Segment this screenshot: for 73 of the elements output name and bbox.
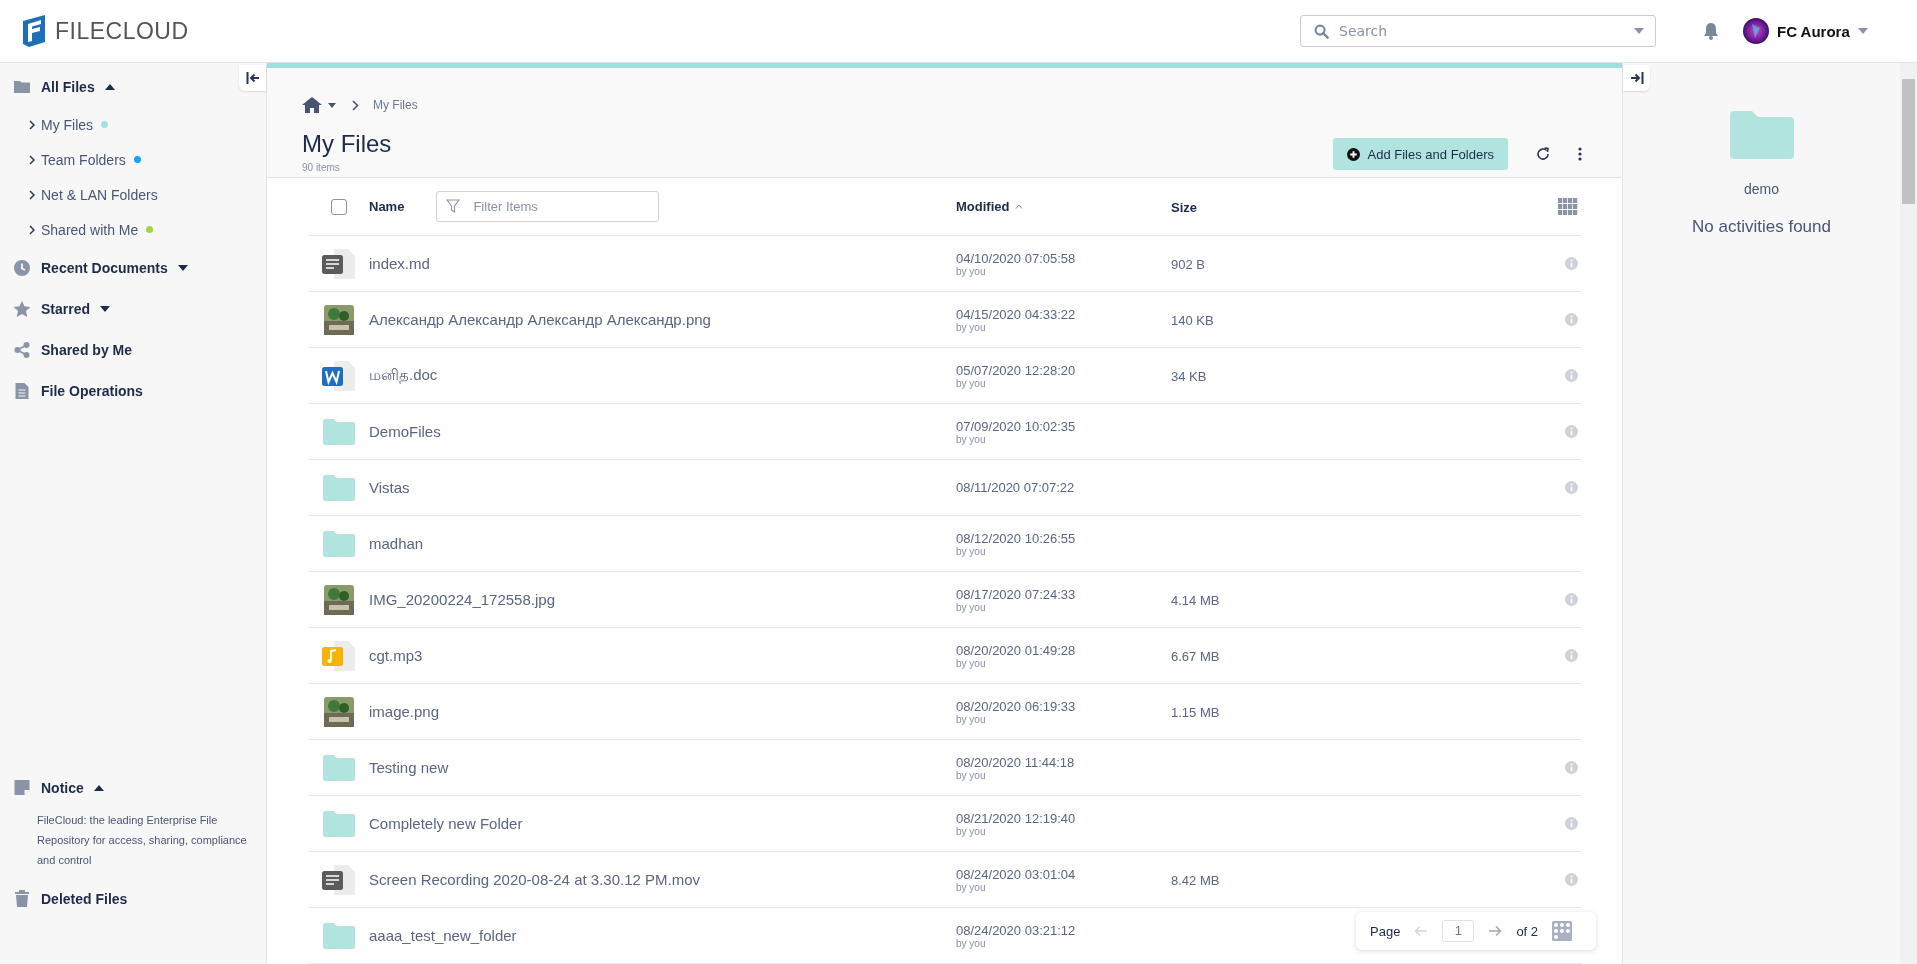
nav-item[interactable]: Starred xyxy=(41,300,91,317)
nav-item[interactable]: Deleted Files xyxy=(41,890,128,907)
folder-name: demo xyxy=(1744,181,1779,197)
modified-by: by you xyxy=(956,321,986,333)
filter-field[interactable]: Filter Items xyxy=(436,191,660,222)
file-name[interactable]: Testing new xyxy=(369,759,449,776)
modified-date: 08/20/2020 01:49:28 xyxy=(956,642,1076,658)
logo-text: FILECLOUD xyxy=(55,17,189,45)
user-name[interactable]: FC Aurora xyxy=(1777,22,1850,40)
file-name[interactable]: IMG_20200224_172558.jpg xyxy=(369,591,555,608)
modified-by: by you xyxy=(956,545,986,557)
modified-date: 04/15/2020 04:33:22 xyxy=(956,306,1076,322)
file-size: 140 KB xyxy=(1171,313,1214,328)
modified-by: by you xyxy=(956,377,986,389)
modified-by: by you xyxy=(956,433,986,445)
modified-date: 08/11/2020 07:07:22 xyxy=(956,480,1075,495)
modified-by: by you xyxy=(956,769,986,781)
item-count: 90 items xyxy=(302,162,341,173)
file-size: 6.67 MB xyxy=(1171,649,1220,664)
nav-item[interactable]: Shared with Me xyxy=(41,221,139,238)
column-header[interactable]: Name xyxy=(369,199,405,214)
file-name[interactable]: Vistas xyxy=(369,479,410,496)
file-name[interactable]: image.png xyxy=(369,703,440,720)
modified-by: by you xyxy=(956,657,986,669)
nav-item[interactable]: My Files xyxy=(41,116,94,133)
breadcrumb-link[interactable]: My Files xyxy=(373,98,418,112)
modified-date: 08/20/2020 11:44:18 xyxy=(956,754,1075,770)
modified-by: by you xyxy=(956,881,986,893)
modified-date: 07/09/2020 10:02:35 xyxy=(956,418,1076,434)
column-header[interactable]: Modified xyxy=(956,199,1010,214)
file-size: 1.15 MB xyxy=(1171,705,1220,720)
empty-message: No activities found xyxy=(1692,217,1831,237)
modified-by: by you xyxy=(956,937,986,949)
page-field[interactable]: 1 xyxy=(1442,920,1475,942)
search-field[interactable]: Search xyxy=(1300,15,1656,47)
modified-date: 08/17/2020 07:24:33 xyxy=(956,586,1076,602)
file-size: 34 KB xyxy=(1171,369,1207,384)
file-name[interactable]: index.md xyxy=(369,255,430,272)
nav-item[interactable]: Team Folders xyxy=(41,151,126,168)
nav-item[interactable]: Net & LAN Folders xyxy=(41,186,158,203)
page-title: My Files xyxy=(302,130,392,158)
add-files-button[interactable]: Add Files and Folders xyxy=(1332,138,1508,170)
file-name[interactable]: madhan xyxy=(369,535,424,552)
nav-item[interactable]: Notice xyxy=(41,779,84,796)
modified-date: 08/24/2020 03:01:04 xyxy=(956,866,1076,882)
column-header[interactable]: Size xyxy=(1171,200,1197,215)
file-name[interactable]: Screen Recording 2020-08-24 at 3.30.12 PM.mov xyxy=(369,871,701,888)
page-total: of 2 xyxy=(1516,923,1539,939)
file-name[interactable]: aaaa_test_new_folder xyxy=(369,927,517,944)
file-name[interactable]: Completely new Folder xyxy=(369,815,523,832)
modified-date: 08/12/2020 10:26:55 xyxy=(956,530,1076,546)
modified-date: 08/24/2020 03:21:12 xyxy=(956,922,1076,938)
modified-by: by you xyxy=(956,713,986,725)
file-name[interactable]: மனித.doc xyxy=(369,365,438,386)
file-size: 4.14 MB xyxy=(1171,593,1220,608)
file-name[interactable]: DemoFiles xyxy=(369,423,441,440)
modified-by: by you xyxy=(956,825,986,837)
file-size: 8.42 MB xyxy=(1171,873,1220,888)
nav-item[interactable]: Recent Documents xyxy=(41,259,168,276)
modified-date: 08/20/2020 06:19:33 xyxy=(956,698,1076,714)
file-name[interactable]: cgt.mp3 xyxy=(369,647,423,664)
file-size: 902 B xyxy=(1171,257,1205,272)
file-name[interactable]: Александр Александр Александр Александр.png xyxy=(369,311,711,328)
nav-item[interactable]: Shared by Me xyxy=(41,341,133,358)
modified-date: 05/07/2020 12:28:20 xyxy=(956,362,1076,378)
modified-by: by you xyxy=(956,265,986,277)
page-label: Page xyxy=(1370,923,1401,939)
notice-text: FileCloud: the leading Enterprise File Repository for access, sharing, compliance and control xyxy=(37,813,248,868)
modified-date: 08/21/2020 12:19:40 xyxy=(956,810,1076,826)
modified-date: 04/10/2020 07:05:58 xyxy=(956,250,1076,266)
modified-by: by you xyxy=(956,601,986,613)
nav-item[interactable]: All Files xyxy=(41,78,95,95)
nav-item[interactable]: File Operations xyxy=(41,382,143,399)
